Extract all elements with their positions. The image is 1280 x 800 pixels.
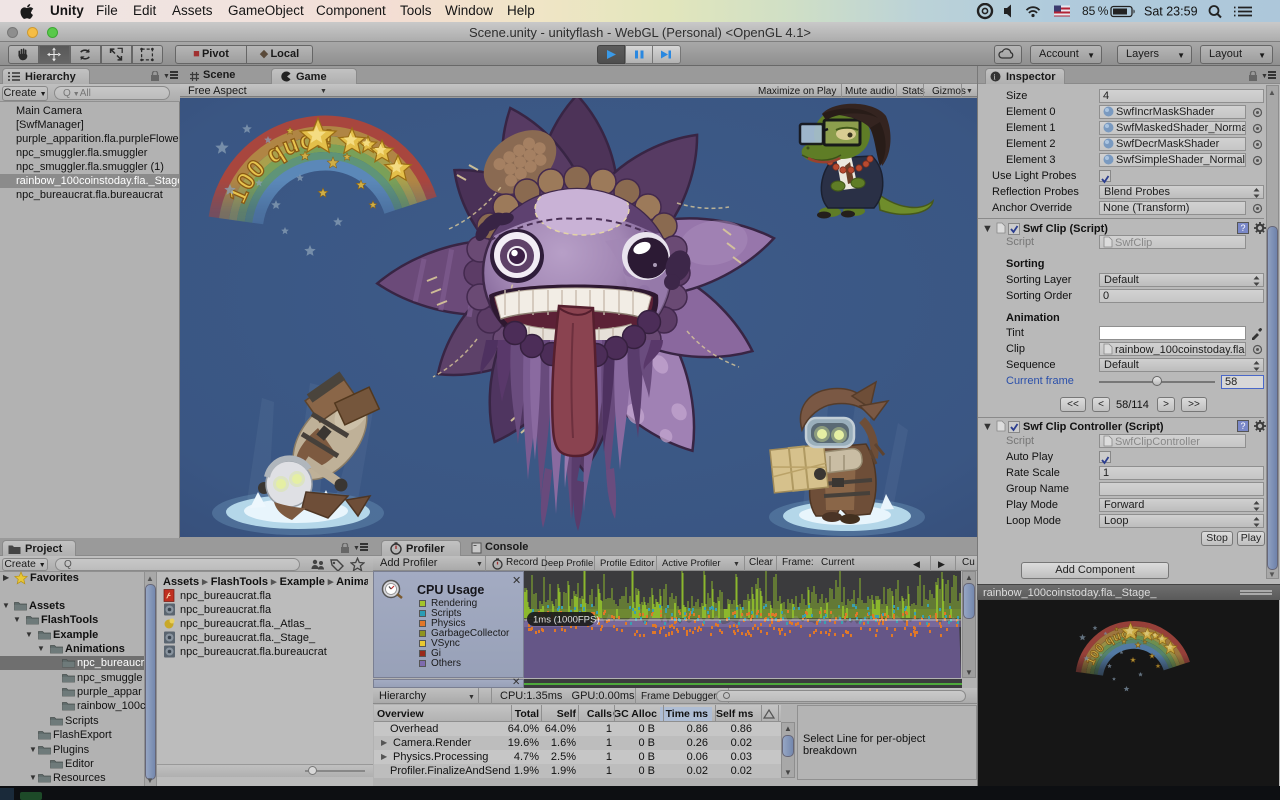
svg-text:1ms (1000FPS): 1ms (1000FPS): [533, 615, 600, 626]
svg-text:Sat 23:59: Sat 23:59: [1144, 5, 1198, 19]
svg-text:85 %: 85 %: [1082, 4, 1109, 18]
